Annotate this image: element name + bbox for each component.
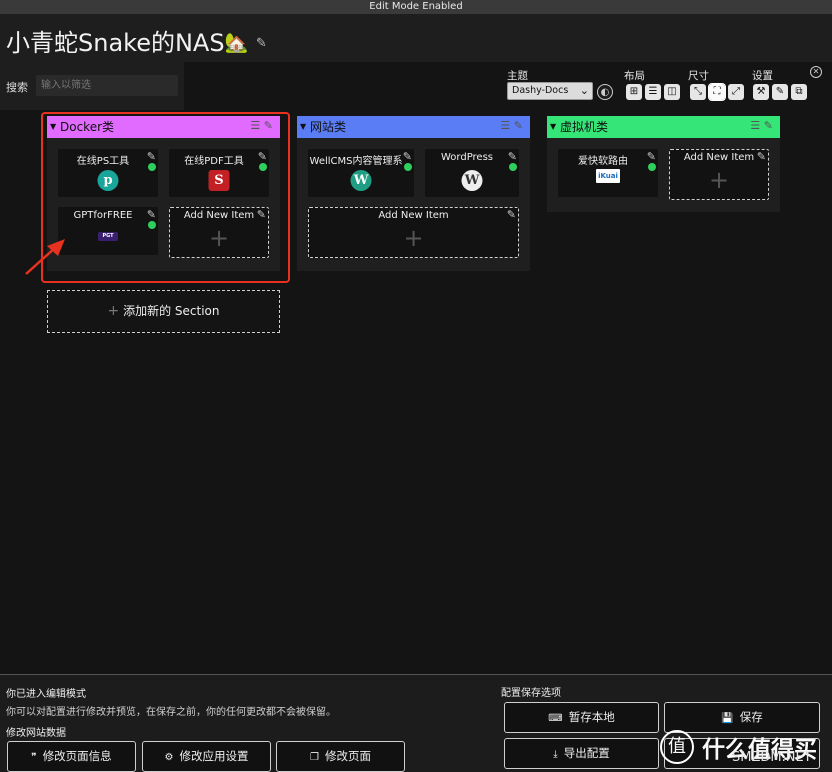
page-title: 小青蛇Snake的NAS🏡 ✎ [6, 29, 267, 57]
edit-mode-title: 你已进入编辑模式 [6, 689, 86, 700]
plus-icon: + [107, 303, 120, 319]
section-header[interactable]: ▼ 网站类 ☰ ✎ [297, 116, 530, 138]
wellcms-logo-icon: W [350, 170, 372, 191]
keyboard-icon: ⌨ [548, 713, 563, 724]
quote-icon: ❞ [31, 752, 37, 763]
settings-icon: ⚙ [164, 752, 174, 763]
edit-pencil-icon[interactable]: ✎ [507, 208, 516, 221]
chevron-down-icon[interactable]: ▼ [300, 116, 306, 138]
settings-label: 设置 [752, 70, 773, 82]
search-label: 搜索 [6, 81, 28, 94]
edit-mode-description: 你可以对配置进行修改并预览，在保存之前，你的任何更改都不会被保留。 [6, 707, 336, 718]
status-online-dot [509, 163, 517, 171]
ikuai-logo-icon: iKuai [596, 169, 620, 183]
plus-icon: + [403, 224, 424, 252]
layout-auto-icon[interactable]: ⊞ [626, 84, 642, 100]
size-medium-icon[interactable]: ⛶ [708, 83, 726, 101]
edit-pencil-icon[interactable]: ✎ [757, 150, 766, 163]
status-online-dot [404, 163, 412, 171]
theme-select[interactable]: Dashy-Docs ⌄ [507, 82, 593, 100]
size-small-icon[interactable]: ⤡ [690, 84, 706, 100]
section-menu-icon[interactable]: ☰ ✎ [500, 115, 523, 137]
wordpress-logo-icon: W [461, 170, 483, 191]
layout-vertical-icon[interactable]: ◫ [664, 84, 680, 100]
item-card[interactable]: WordPress ✎ W [425, 149, 519, 197]
section-header[interactable]: ▼ 虚拟机类 ☰ ✎ [547, 116, 780, 138]
highlight-box [41, 112, 290, 283]
search-input[interactable] [36, 75, 178, 96]
edit-title-icon[interactable]: ✎ [256, 36, 267, 51]
edit-pencil-icon[interactable]: ✎ [403, 150, 412, 163]
edit-pencil-icon[interactable]: ✎ [508, 150, 517, 163]
size-large-icon[interactable]: ⤢ [728, 84, 744, 100]
download-icon: ⤓ [553, 749, 558, 760]
layout-horizontal-icon[interactable]: ☰ [645, 84, 661, 100]
palette-icon[interactable]: ◐ [597, 84, 613, 100]
pages-icon: ❐ [310, 752, 319, 763]
house-emoji-icon: 🏡 [224, 32, 249, 54]
section-menu-icon[interactable]: ☰ ✎ [750, 115, 773, 137]
save-button[interactable]: 💾 保存 [664, 702, 820, 733]
section-virtual-machines: ▼ 虚拟机类 ☰ ✎ 爱快软路由 ✎ iKuai Add New Item ✎ … [547, 116, 780, 212]
edit-mode-banner: Edit Mode Enabled [0, 0, 832, 14]
section-websites: ▼ 网站类 ☰ ✎ WellCMS内容管理系 ✎ W WordPress ✎ W… [297, 116, 530, 271]
close-config-icon[interactable]: ✕ [810, 66, 822, 78]
search-bar: 搜索 [0, 62, 184, 110]
edit-pencil-icon[interactable]: ✎ [647, 150, 656, 163]
wrench-icon[interactable]: ⚒ [753, 84, 769, 100]
chevron-down-icon: ⌄ [579, 84, 589, 97]
smzdm-logo-icon: 值 [660, 730, 694, 764]
edit-page-button[interactable]: ❐ 修改页面 [276, 741, 405, 772]
status-online-dot [648, 163, 656, 171]
red-arrow-annotation [25, 239, 65, 275]
theme-label: 主题 [507, 70, 528, 82]
edit-page-info-button[interactable]: ❞ 修改页面信息 [7, 741, 136, 772]
plus-icon: + [708, 166, 730, 194]
add-section-button[interactable]: + 添加新的 Section [47, 290, 280, 333]
item-card[interactable]: 爱快软路由 ✎ iKuai [558, 149, 658, 197]
edit-app-settings-button[interactable]: ⚙ 修改应用设置 [142, 741, 271, 772]
layout-label: 布局 [624, 70, 645, 82]
add-new-item-button[interactable]: Add New Item ✎ + [669, 149, 769, 200]
page-header: 小青蛇Snake的NAS🏡 ✎ [0, 14, 832, 62]
add-new-item-button[interactable]: Add New Item ✎ + [308, 207, 519, 258]
save-options-title: 配置保存选项 [501, 688, 561, 699]
site-data-title: 修改网站数据 [6, 728, 66, 739]
smzdm-watermark: 值 什么值得买 SMZDM.NET [656, 730, 832, 772]
config-export-icon[interactable]: ⧉ [791, 84, 807, 100]
floppy-disk-icon: 💾 [721, 713, 734, 724]
export-config-button[interactable]: ⤓ 导出配置 [504, 738, 659, 769]
pencil-icon[interactable]: ✎ [772, 84, 788, 100]
size-label: 尺寸 [688, 70, 709, 82]
save-local-button[interactable]: ⌨ 暂存本地 [504, 702, 659, 733]
chevron-down-icon[interactable]: ▼ [550, 116, 556, 138]
item-card[interactable]: WellCMS内容管理系 ✎ W [308, 149, 414, 197]
